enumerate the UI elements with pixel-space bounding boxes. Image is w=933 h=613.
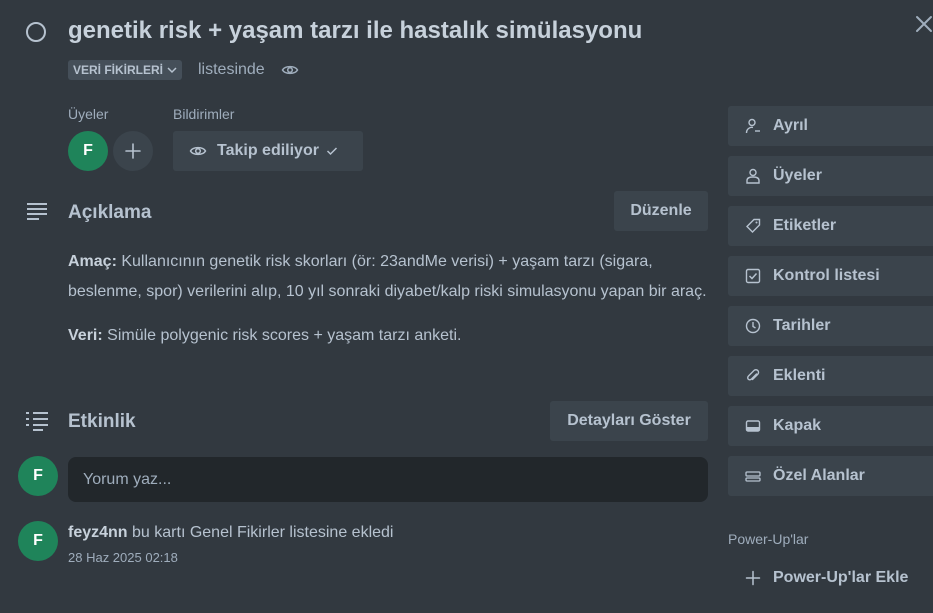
show-details-button[interactable]: Detayları Göster — [550, 401, 708, 441]
notifications-label: Bildirimler — [173, 106, 235, 122]
activity-heading: Etkinlik — [68, 411, 136, 432]
description-heading: Açıklama — [68, 202, 152, 223]
activity-user[interactable]: feyz4nn — [68, 524, 128, 541]
tag-icon — [745, 218, 761, 234]
activity-entry: feyz4nn bu kartı Genel Fikirler listesin… — [68, 524, 393, 542]
labels-button[interactable]: Etiketler — [728, 206, 933, 246]
description-paragraph: Veri: Simüle polygenic risk scores + yaş… — [68, 321, 708, 351]
list-badge[interactable]: VERİ FİKİRLERİ — [68, 60, 183, 80]
avatar: F — [18, 456, 58, 496]
sidebar-button-label: Eklenti — [773, 367, 826, 384]
powerups-label: Power-Up'lar — [728, 531, 809, 547]
card-title[interactable]: genetik risk + yaşam tarzı ile hastalık … — [68, 17, 642, 45]
sidebar-button-label: Etiketler — [773, 217, 837, 234]
description-paragraph: Amaç: Kullanıcının genetik risk skorları… — [68, 247, 708, 307]
add-powerups-label: Power-Up'lar Ekle — [773, 569, 909, 586]
close-icon[interactable] — [912, 12, 933, 36]
activity-icon — [25, 411, 49, 431]
paperclip-icon — [745, 368, 761, 384]
description-p1-text: Kullanıcının genetik risk skorları (ör: … — [68, 253, 707, 300]
avatar[interactable]: F — [68, 131, 108, 171]
description-body[interactable]: Amaç: Kullanıcının genetik risk skorları… — [68, 247, 708, 365]
members-button[interactable]: Üyeler — [728, 156, 933, 196]
add-member-button[interactable] — [113, 131, 153, 171]
dates-button[interactable]: Tarihler — [728, 306, 933, 346]
description-p2-text: Simüle polygenic risk scores + yaşam tar… — [107, 327, 462, 344]
members-label: Üyeler — [68, 106, 109, 122]
eye-icon — [189, 142, 207, 160]
checklist-icon — [745, 268, 761, 284]
sidebar-button-label: Kapak — [773, 417, 822, 434]
activity-avatar[interactable]: F — [18, 521, 58, 561]
sidebar-button-label: Kontrol listesi — [773, 267, 880, 284]
attachment-button[interactable]: Eklenti — [728, 356, 933, 396]
cover-button[interactable]: Kapak — [728, 406, 933, 446]
activity-timestamp[interactable]: 28 Haz 2025 02:18 — [68, 550, 178, 565]
watch-button[interactable]: Takip ediliyor — [173, 131, 363, 171]
description-icon — [26, 202, 48, 222]
custom-fields-icon — [745, 468, 761, 484]
list-name: VERİ FİKİRLERİ — [73, 63, 164, 77]
description-p2-label: Veri: — [68, 327, 103, 344]
check-icon — [325, 144, 339, 158]
list-suffix: listesinde — [198, 61, 265, 78]
sidebar-button-label: Ayrıl — [773, 117, 808, 134]
comment-input[interactable] — [68, 457, 708, 502]
card-complete-circle-icon[interactable] — [26, 22, 46, 42]
eye-icon — [281, 61, 299, 79]
card-cover-icon — [745, 418, 761, 434]
chevron-down-icon — [166, 64, 178, 76]
description-p1-label: Amaç: — [68, 253, 117, 270]
checklist-button[interactable]: Kontrol listesi — [728, 256, 933, 296]
edit-description-button[interactable]: Düzenle — [614, 191, 708, 231]
sidebar-button-label: Tarihler — [773, 317, 831, 334]
plus-icon — [745, 570, 761, 586]
add-powerups-button[interactable]: Power-Up'lar Ekle — [728, 558, 933, 598]
person-icon — [745, 168, 761, 184]
sidebar-button-label: Üyeler — [773, 167, 822, 184]
custom-fields-button[interactable]: Özel Alanlar — [728, 456, 933, 496]
sidebar-button-label: Özel Alanlar — [773, 467, 865, 484]
clock-icon — [745, 318, 761, 334]
watch-label: Takip ediliyor — [217, 142, 319, 159]
person-leave-icon — [745, 118, 761, 134]
activity-message: bu kartı Genel Fikirler listesine ekledi — [132, 524, 394, 541]
leave-button[interactable]: Ayrıl — [728, 106, 933, 146]
plus-icon — [124, 142, 142, 160]
